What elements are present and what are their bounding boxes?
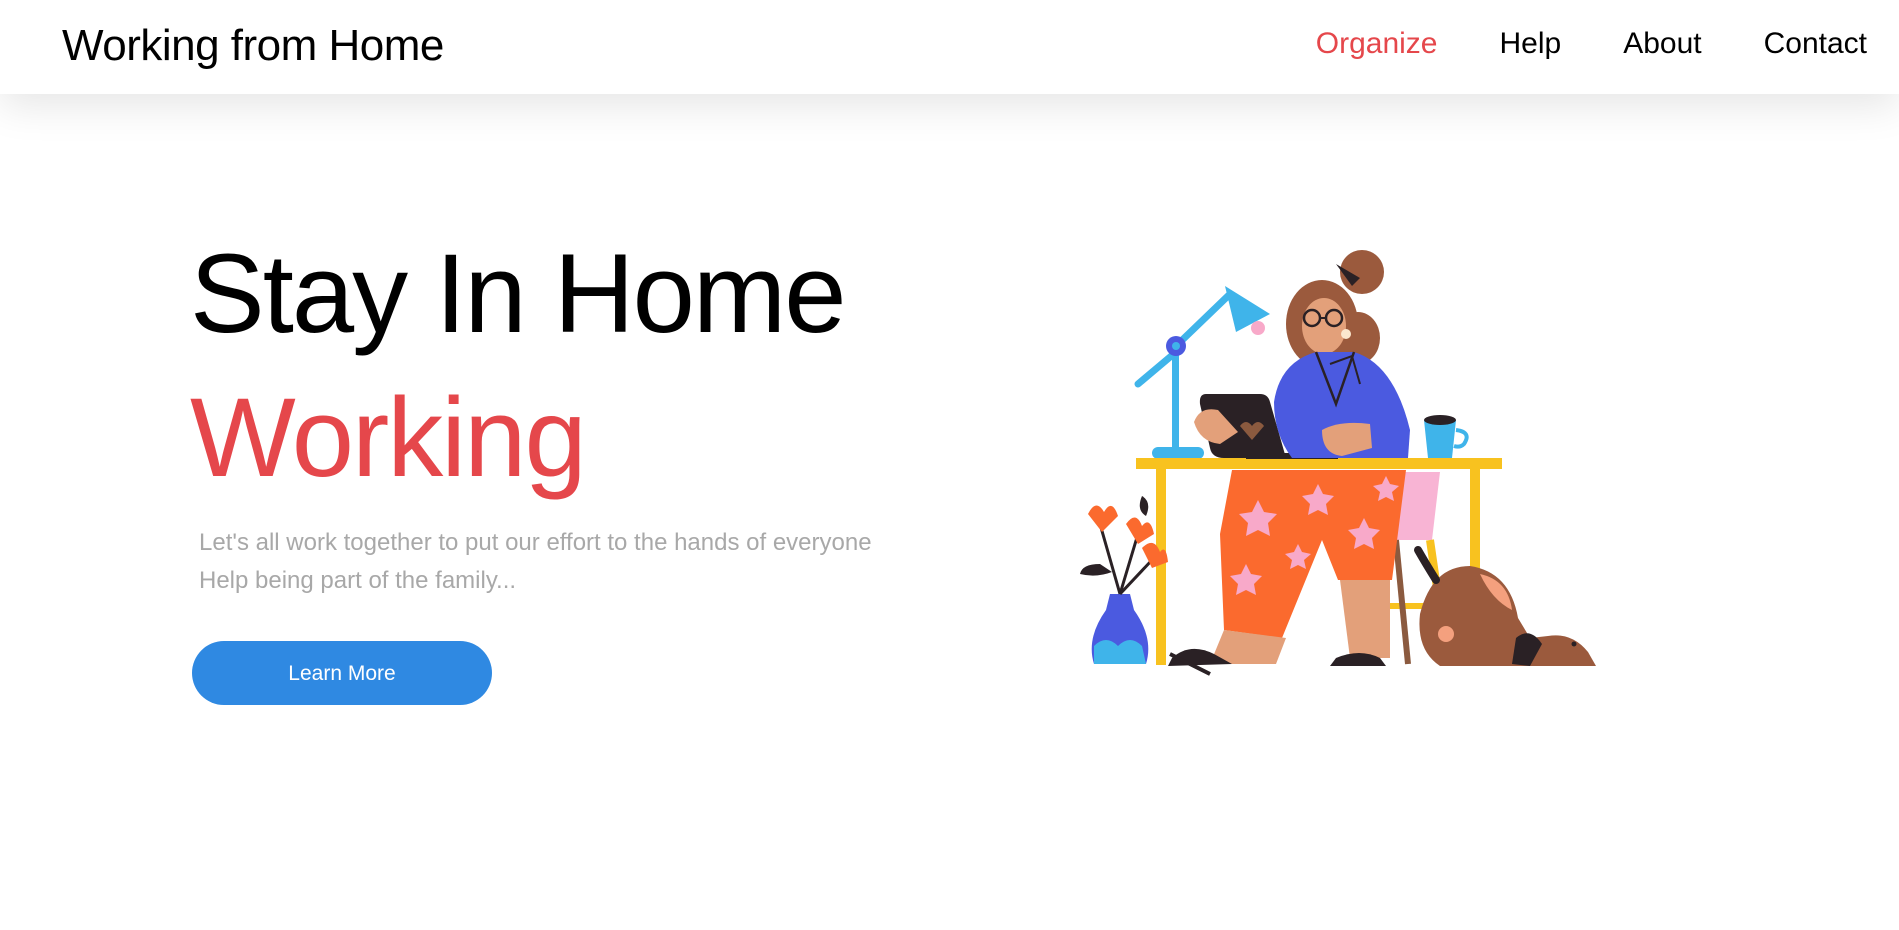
flower-vase-icon bbox=[1080, 496, 1168, 664]
hero-subtitle-line2: Help being part of the family... bbox=[199, 567, 517, 594]
site-brand[interactable]: Working from Home bbox=[62, 18, 444, 74]
main-nav: Organize Help About Contact bbox=[1316, 24, 1867, 64]
nav-organize[interactable]: Organize bbox=[1316, 24, 1438, 64]
dog-icon bbox=[1414, 546, 1596, 666]
learn-more-button[interactable]: Learn More bbox=[192, 641, 492, 705]
woman-working-at-desk-illustration bbox=[1080, 250, 1596, 676]
top-header: Working from Home Organize Help About Co… bbox=[0, 0, 1899, 94]
hero-subtitle-line1: Let's all work together to put our effor… bbox=[199, 529, 872, 556]
hero-subtitle: Let's all work together to put our effor… bbox=[199, 524, 872, 600]
nav-contact[interactable]: Contact bbox=[1764, 24, 1867, 64]
hero-title-line2: Working bbox=[190, 375, 587, 500]
nav-about[interactable]: About bbox=[1623, 24, 1701, 64]
hero-title-line1: Stay In Home bbox=[190, 231, 847, 356]
hero-section: Stay In Home Working Let's all work toge… bbox=[0, 94, 1899, 930]
coffee-cup-icon bbox=[1424, 415, 1469, 458]
nav-help[interactable]: Help bbox=[1500, 24, 1562, 64]
